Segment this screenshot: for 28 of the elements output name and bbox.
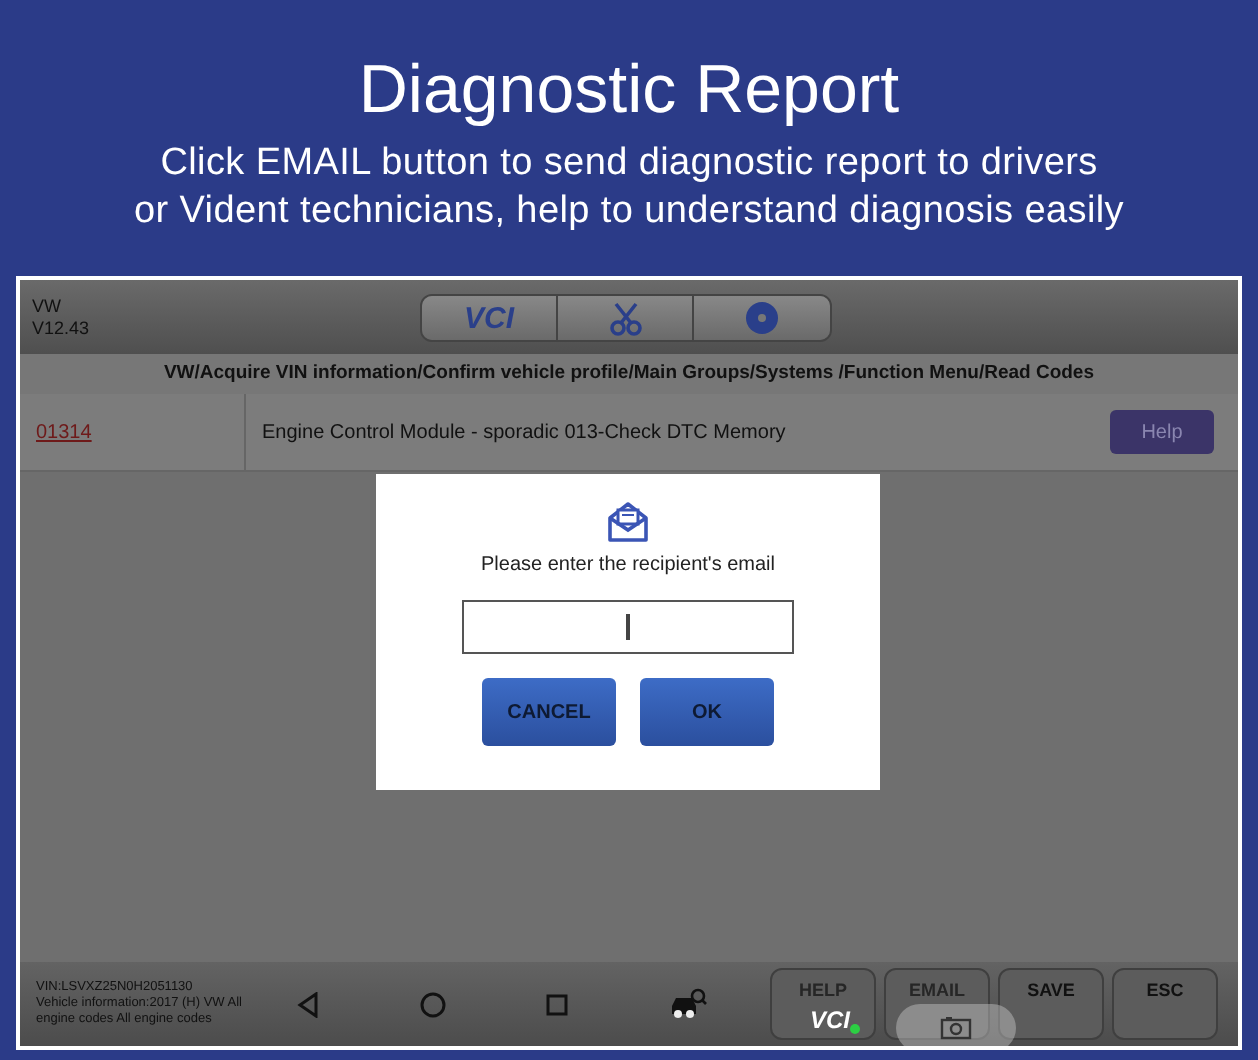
vci-status-indicator: VCI — [810, 1006, 861, 1034]
screenshot-button[interactable] — [896, 1004, 1016, 1046]
version-label: V12.43 — [32, 317, 90, 339]
ok-button[interactable]: OK — [640, 678, 774, 746]
dtc-code[interactable]: 01314 — [36, 421, 92, 443]
footer-button[interactable]: ESC — [1112, 968, 1218, 1040]
car-search-icon[interactable] — [668, 988, 708, 1020]
vci-button[interactable]: VCI — [422, 296, 558, 340]
cancel-button[interactable]: CANCEL — [482, 678, 616, 746]
help-button[interactable]: Help — [1110, 410, 1214, 454]
footer-button[interactable]: SAVE — [998, 968, 1104, 1040]
banner-title: Diagnostic Report — [358, 50, 900, 132]
breadcrumb: VW/Acquire VIN information/Confirm vehicle profile/Main Groups/Systems /Function Menu/Read Codes — [20, 354, 1238, 394]
scissors-button[interactable] — [558, 296, 694, 340]
banner-subtitle: or Vident technicians, help to understand diagnosis easily — [133, 188, 1124, 236]
envelope-icon — [606, 502, 650, 542]
dialog-message: Please enter the recipient's email — [481, 554, 775, 576]
recents-icon[interactable] — [546, 993, 568, 1015]
dtc-description: Engine Control Module - sporadic 013-Check DTC Memory — [262, 421, 786, 443]
email-input-field[interactable] — [462, 600, 794, 654]
disc-button[interactable] — [694, 296, 830, 340]
camera-icon — [940, 1016, 972, 1040]
disc-icon — [744, 300, 780, 336]
back-icon[interactable] — [296, 991, 320, 1017]
banner-subtitle: Click EMAIL button to send diagnostic report to drivers — [160, 140, 1098, 188]
make-label: VW — [32, 295, 63, 317]
home-icon[interactable] — [420, 991, 446, 1017]
scissors-icon — [607, 300, 643, 336]
